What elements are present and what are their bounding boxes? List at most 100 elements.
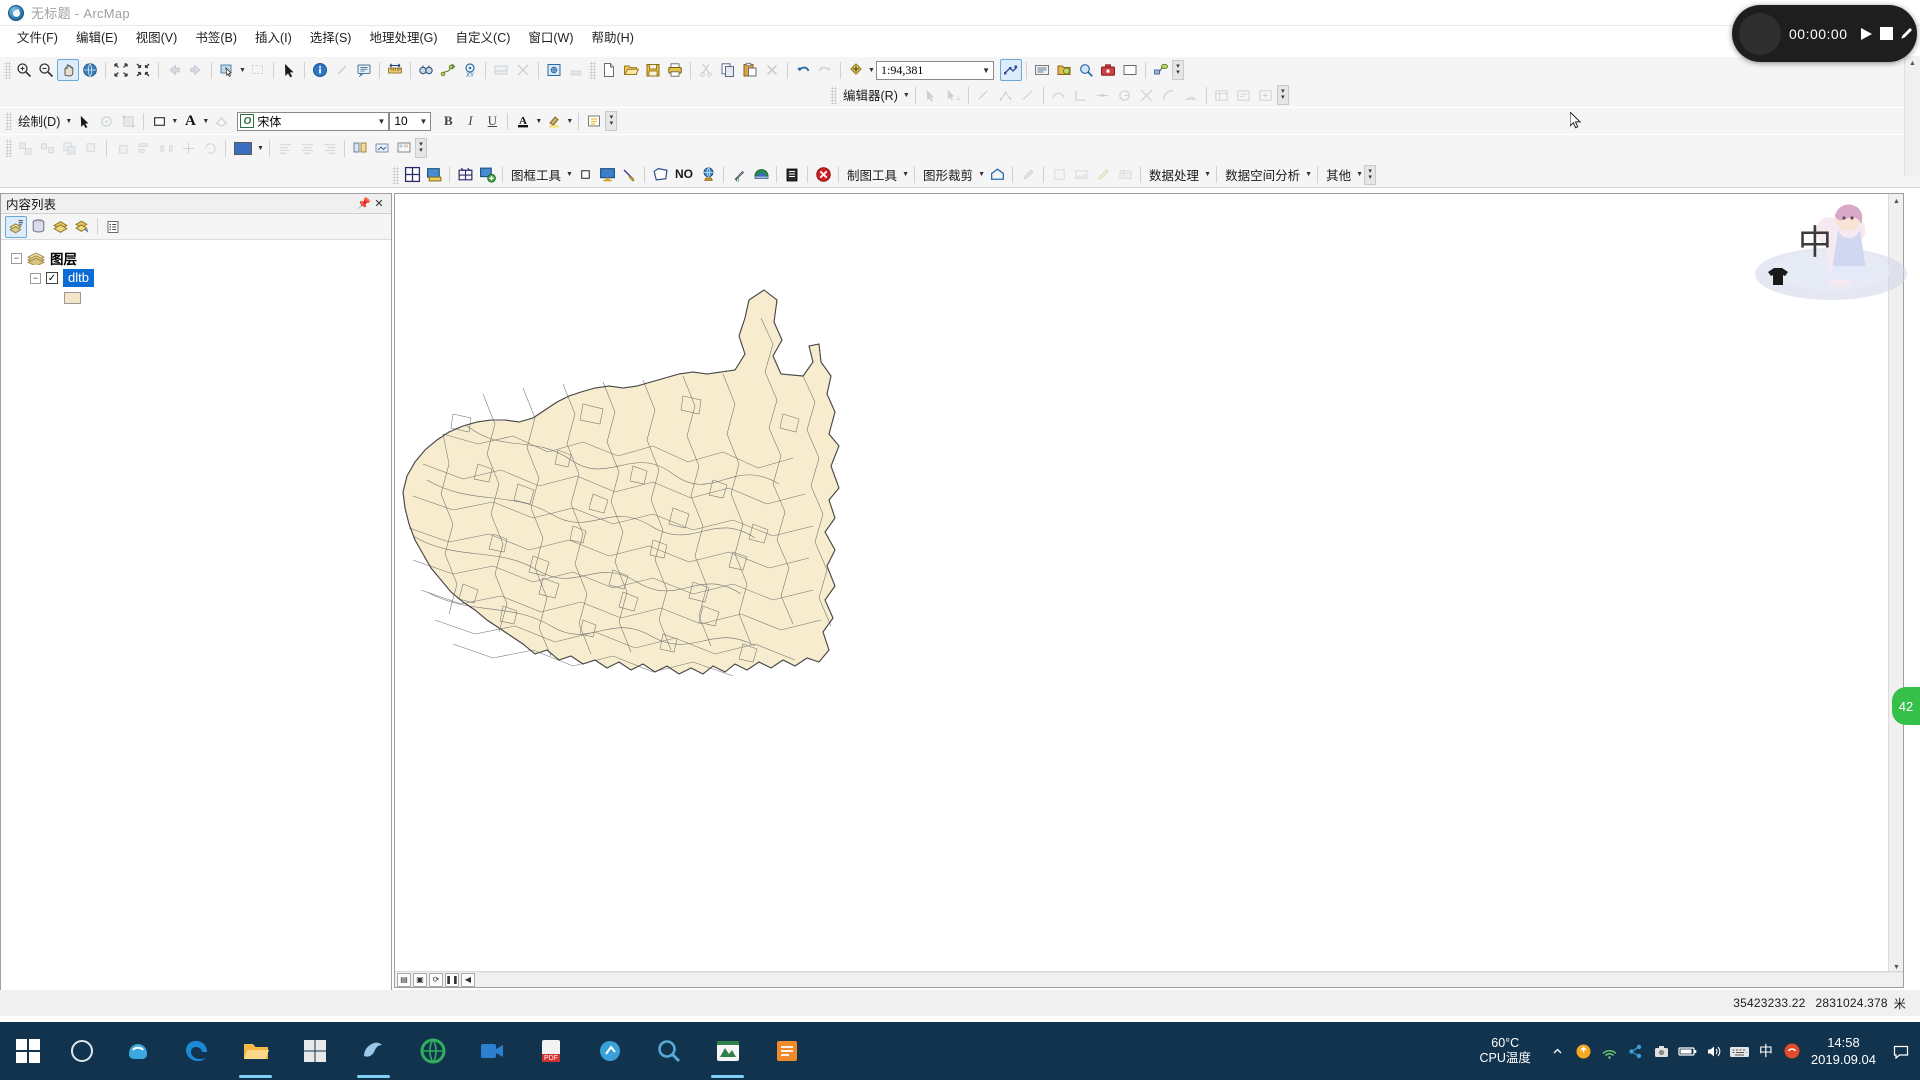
- map-data-frame[interactable]: ▲ ▼ ▤ ▣ ⟳ ❚❚ ◀: [394, 193, 1904, 988]
- chevron-down-icon[interactable]: ▼: [1355, 164, 1364, 186]
- new-map-icon[interactable]: [598, 59, 620, 81]
- data-processing-menu[interactable]: 数据处理 ▼: [1145, 164, 1212, 186]
- expander-collapse-icon[interactable]: −: [11, 252, 22, 264]
- menu-customize[interactable]: 自定义(C): [447, 25, 520, 48]
- taskbar-app-magnifier[interactable]: [639, 1022, 698, 1080]
- time-slider-icon[interactable]: [490, 59, 512, 81]
- ungroup-icon[interactable]: [36, 137, 58, 159]
- find-icon[interactable]: [415, 59, 437, 81]
- map-horizontal-scrollbar[interactable]: [479, 972, 1903, 987]
- arc-icon[interactable]: [1158, 84, 1180, 106]
- cut-icon[interactable]: [695, 59, 717, 81]
- taskbar-app-meeting[interactable]: [462, 1022, 521, 1080]
- pick-icon[interactable]: [618, 164, 640, 186]
- align-icon[interactable]: [133, 137, 155, 159]
- graphic-clip-menu[interactable]: 图形裁剪 ▼: [919, 164, 986, 186]
- menu-geoprocessing[interactable]: 地理处理(G): [360, 25, 446, 48]
- search-icon[interactable]: [1075, 59, 1097, 81]
- other-menu[interactable]: 其他 ▼: [1322, 164, 1364, 186]
- cpu-temperature-widget[interactable]: 60°C CPU温度: [1480, 1036, 1531, 1066]
- taskbar-app-edge[interactable]: [167, 1022, 226, 1080]
- right-angle-icon[interactable]: [1070, 84, 1092, 106]
- delete-icon[interactable]: [761, 59, 783, 81]
- taskbar-app-office[interactable]: [344, 1022, 403, 1080]
- new-rectangle-icon[interactable]: [148, 110, 170, 132]
- no-label[interactable]: NO: [671, 166, 697, 183]
- action-center-icon[interactable]: [1888, 1022, 1914, 1080]
- taskbar-app-notes[interactable]: [757, 1022, 816, 1080]
- edit-tool-icon[interactable]: [920, 84, 942, 106]
- expander-collapse-icon[interactable]: −: [30, 272, 41, 284]
- ime-indicator[interactable]: 中: [1753, 1022, 1779, 1080]
- taskbar-app-browser[interactable]: [403, 1022, 462, 1080]
- toc-root-node[interactable]: − 图层: [11, 248, 391, 268]
- forward-extent-icon[interactable]: [185, 59, 207, 81]
- font-color-button[interactable]: A: [512, 110, 534, 132]
- chevron-down-icon[interactable]: ▼: [64, 110, 73, 132]
- taskbar-clock[interactable]: 14:58 2019.09.04: [1805, 1034, 1888, 1068]
- map-vertical-scrollbar[interactable]: ▲ ▼: [1888, 194, 1903, 975]
- list-by-source-icon[interactable]: [27, 216, 49, 238]
- taskbar-app-arcmap[interactable]: [698, 1022, 757, 1080]
- draw-toolbar-grip[interactable]: [5, 112, 12, 130]
- draw-menu[interactable]: 绘制(D) ▼: [14, 110, 73, 132]
- map-display-icon[interactable]: [423, 164, 445, 186]
- print-icon[interactable]: [664, 59, 686, 81]
- zoom-out-icon[interactable]: [35, 59, 57, 81]
- straight-segment-icon[interactable]: [973, 84, 995, 106]
- close-icon[interactable]: ✕: [373, 197, 385, 210]
- table-icon[interactable]: [1114, 164, 1136, 186]
- chevron-down-icon[interactable]: ▼: [1203, 164, 1212, 186]
- italic-button[interactable]: I: [459, 110, 481, 132]
- select-features-icon[interactable]: [216, 59, 238, 81]
- toolbar-grip[interactable]: [4, 61, 11, 79]
- clear-selection-icon[interactable]: [247, 59, 269, 81]
- spatial-analysis-menu[interactable]: 数据空间分析 ▼: [1221, 164, 1313, 186]
- image-icon[interactable]: [1070, 164, 1092, 186]
- distribute-icon[interactable]: [155, 137, 177, 159]
- refresh-icon[interactable]: ⟳: [429, 972, 443, 987]
- attributes-icon[interactable]: [1211, 84, 1233, 106]
- editor-toolbar-overflow-button[interactable]: ▾ ▾: [1276, 85, 1289, 105]
- toolbar-grip[interactable]: [589, 61, 596, 79]
- editor-toolbar-icon[interactable]: [1000, 59, 1022, 81]
- add-data-icon[interactable]: [845, 59, 867, 81]
- toc-layer-symbol-row[interactable]: [11, 288, 391, 308]
- custom-toolbar-overflow-button[interactable]: ▾ ▾: [1364, 164, 1377, 185]
- globe-icon[interactable]: [697, 164, 719, 186]
- grid-icon[interactable]: [401, 164, 423, 186]
- taskbar-app-explorer[interactable]: [226, 1022, 285, 1080]
- house-icon[interactable]: [750, 164, 772, 186]
- fill-color-swatch-dropdown[interactable]: ▼: [256, 137, 265, 159]
- find-route-icon[interactable]: [437, 59, 459, 81]
- update-icon[interactable]: [1571, 1022, 1597, 1080]
- editor-menu[interactable]: 编辑器(R) ▼: [839, 84, 911, 106]
- menu-insert[interactable]: 插入(I): [246, 25, 301, 48]
- swipe-icon[interactable]: [565, 59, 587, 81]
- show-hidden-icons[interactable]: [1545, 1022, 1571, 1080]
- font-size-combo[interactable]: 10 ▼: [389, 111, 432, 131]
- cancel-icon[interactable]: [812, 164, 834, 186]
- create-viewer-window-icon[interactable]: [512, 59, 534, 81]
- toc-layer-dltb[interactable]: − ✓ dltb: [11, 268, 391, 288]
- construct-points-icon[interactable]: [995, 84, 1017, 106]
- redo-icon[interactable]: [814, 59, 836, 81]
- graphic-tools-icon[interactable]: [371, 137, 393, 159]
- fixed-zoom-in-icon[interactable]: [110, 59, 132, 81]
- pan-icon[interactable]: [57, 59, 79, 81]
- edit-vertices-icon[interactable]: [117, 110, 139, 132]
- chevron-down-icon[interactable]: ▼: [1304, 164, 1313, 186]
- polygon-icon[interactable]: [649, 164, 671, 186]
- group-icon[interactable]: [14, 137, 36, 159]
- bring-forward-icon[interactable]: [80, 137, 102, 159]
- paste-icon[interactable]: [739, 59, 761, 81]
- map-canvas[interactable]: [395, 194, 1903, 987]
- convert-to-graphics-icon[interactable]: [349, 137, 371, 159]
- chevron-down-icon[interactable]: ▼: [982, 66, 990, 75]
- font-family-combo[interactable]: O 宋体 ▼: [237, 111, 390, 131]
- identify-icon[interactable]: [309, 59, 331, 81]
- table-of-contents-icon[interactable]: [1031, 59, 1053, 81]
- measure-icon[interactable]: [384, 59, 406, 81]
- map-scale-combo[interactable]: 1:94,381 ▼: [876, 60, 994, 80]
- add-map-icon[interactable]: [476, 164, 498, 186]
